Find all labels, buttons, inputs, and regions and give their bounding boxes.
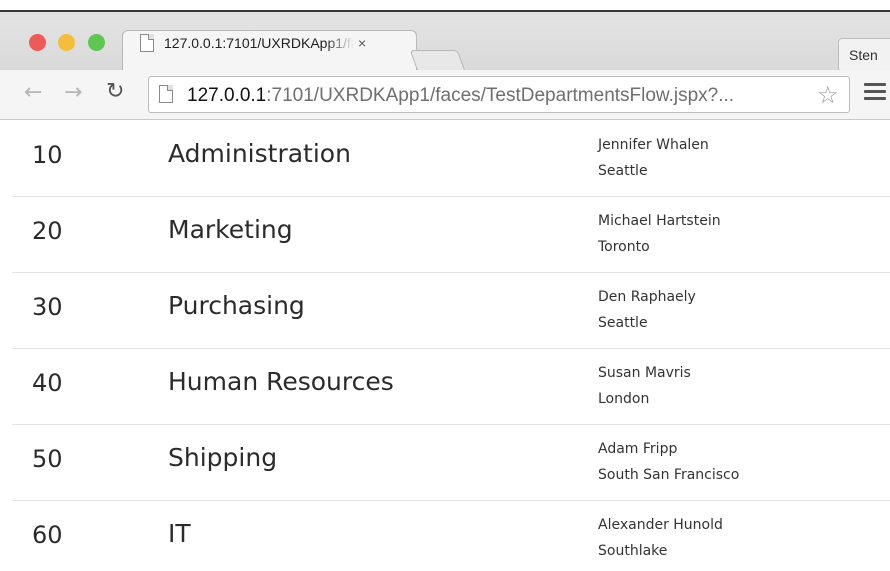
- department-name: Shipping: [168, 443, 278, 472]
- window-top-edge: [0, 0, 890, 12]
- url-host: 127.0.0.1: [187, 85, 267, 106]
- manager-name: Adam Fripp: [598, 441, 678, 457]
- departments-list: 10 Administration Jennifer Whalen Seattl…: [0, 121, 890, 571]
- address-bar[interactable]: 127.0.0.1:7101/UXRDKApp1/faces/TestDepar…: [148, 76, 850, 113]
- department-id: 30: [32, 293, 63, 321]
- forward-arrow-icon[interactable]: →: [64, 80, 82, 105]
- city-name: Seattle: [598, 163, 648, 179]
- menu-icon[interactable]: [864, 83, 886, 104]
- city-name: Toronto: [598, 239, 650, 255]
- table-row[interactable]: 40 Human Resources Susan Mavris London: [12, 349, 890, 425]
- table-row[interactable]: 10 Administration Jennifer Whalen Seattl…: [12, 121, 890, 197]
- maximize-window-button[interactable]: [88, 34, 105, 51]
- page-icon: [159, 85, 173, 103]
- department-id: 50: [32, 445, 63, 473]
- minimize-window-button[interactable]: [58, 34, 75, 51]
- manager-name: Jennifer Whalen: [598, 137, 709, 153]
- department-name: Purchasing: [168, 291, 305, 320]
- department-name: Marketing: [168, 215, 293, 244]
- table-row[interactable]: 30 Purchasing Den Raphaely Seattle: [12, 273, 890, 349]
- department-id: 40: [32, 369, 63, 397]
- department-name: Human Resources: [168, 367, 394, 396]
- table-row[interactable]: 20 Marketing Michael Hartstein Toronto: [12, 197, 890, 273]
- profile-button[interactable]: Sten: [838, 38, 890, 72]
- department-id: 60: [32, 521, 63, 549]
- city-name: South San Francisco: [598, 467, 740, 483]
- department-id: 20: [32, 217, 63, 245]
- table-row[interactable]: 60 IT Alexander Hunold Southlake: [12, 501, 890, 571]
- url-path: :7101/UXRDKApp1/faces/TestDepartmentsFlo…: [266, 85, 735, 106]
- table-row[interactable]: 50 Shipping Adam Fripp South San Francis…: [12, 425, 890, 501]
- city-name: London: [598, 391, 650, 407]
- department-id: 10: [32, 141, 63, 169]
- url-text[interactable]: 127.0.0.1:7101/UXRDKApp1/faces/TestDepar…: [187, 85, 734, 107]
- tab-title: 127.0.0.1:7101/UXRDKApp1/faces/TestDepar…: [164, 35, 354, 51]
- department-name: IT: [168, 519, 191, 548]
- back-arrow-icon[interactable]: ←: [24, 80, 42, 105]
- reload-icon[interactable]: ↻: [106, 79, 124, 104]
- page-icon: [140, 34, 154, 52]
- city-name: Southlake: [598, 543, 668, 559]
- manager-name: Den Raphaely: [598, 289, 696, 305]
- manager-name: Susan Mavris: [598, 365, 691, 381]
- tab-close-icon[interactable]: ×: [358, 35, 366, 51]
- tab-bar: Sten: [0, 12, 890, 82]
- manager-name: Alexander Hunold: [598, 517, 723, 533]
- tab-content[interactable]: 127.0.0.1:7101/UXRDKApp1/faces/TestDepar…: [140, 28, 366, 58]
- star-icon[interactable]: ☆: [817, 81, 839, 109]
- city-name: Seattle: [598, 315, 648, 331]
- browser-toolbar: ← → ↻ 127.0.0.1:7101/UXRDKApp1/faces/Tes…: [0, 70, 890, 120]
- department-name: Administration: [168, 139, 351, 168]
- close-window-button[interactable]: [29, 34, 46, 51]
- manager-name: Michael Hartstein: [598, 213, 721, 229]
